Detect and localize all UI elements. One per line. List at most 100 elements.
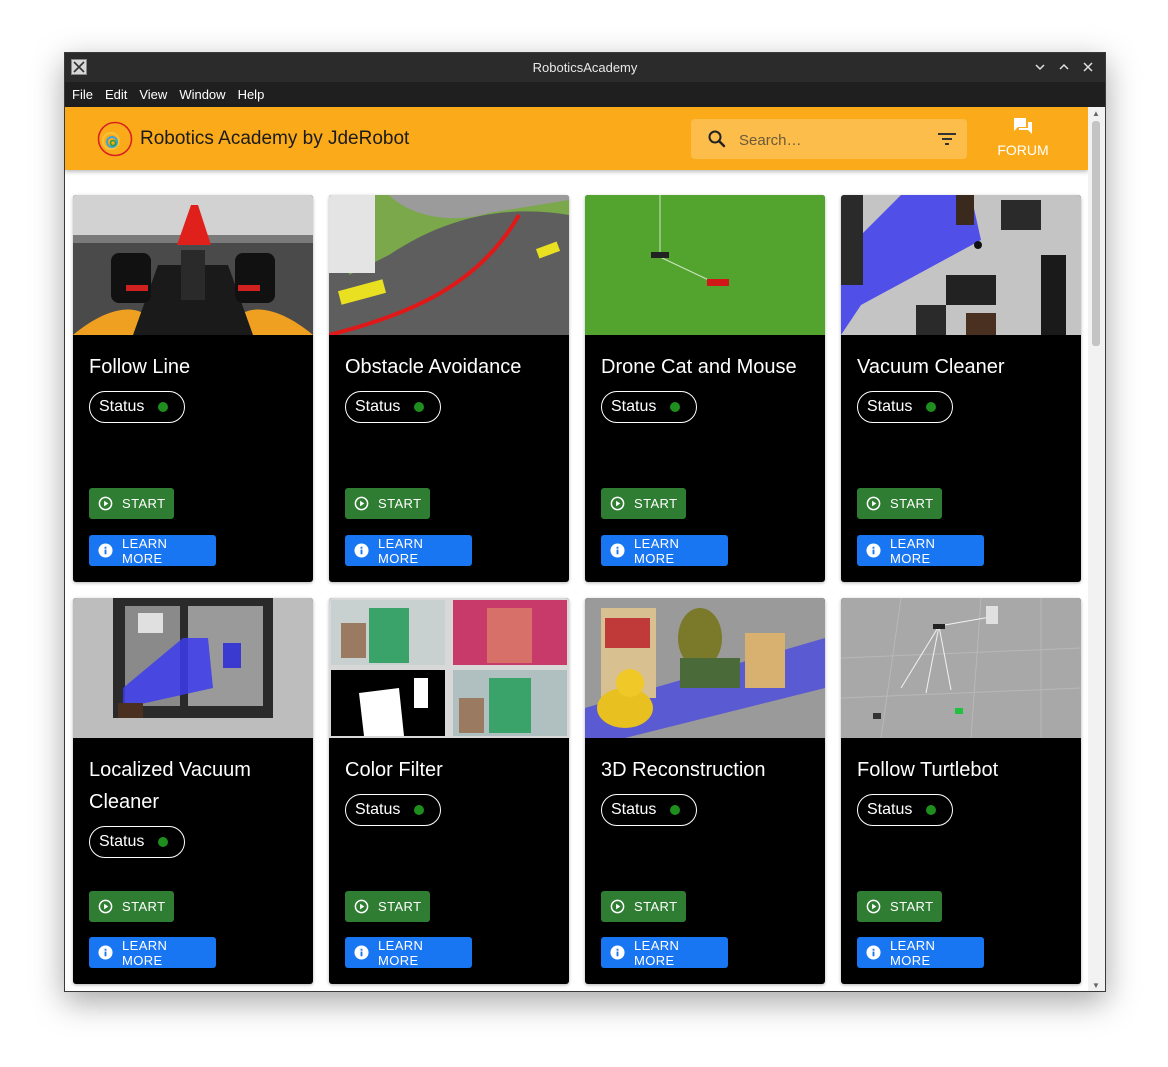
filter-icon[interactable] (937, 131, 957, 147)
status-dot (926, 805, 936, 815)
status-chip: Status (345, 391, 441, 423)
info-icon (610, 543, 625, 558)
maximize-button[interactable] (1055, 58, 1073, 76)
status-dot (414, 805, 424, 815)
exercise-thumbnail[interactable] (73, 598, 313, 738)
learn-more-button[interactable]: LEARN MORE (89, 535, 216, 566)
chevron-down-icon (1035, 64, 1045, 71)
learn-more-button[interactable]: LEARN MORE (345, 535, 472, 566)
play-circle-icon (354, 496, 369, 511)
status-label: Status (611, 801, 657, 818)
start-label: START (122, 899, 166, 914)
start-label: START (634, 496, 678, 511)
exercise-card-drone-cat-and-mouse: Drone Cat and Mouse Status START LEARN M… (585, 195, 825, 582)
exercise-card-vacuum-cleaner: Vacuum Cleaner Status START LEARN MORE (841, 195, 1081, 582)
learn-more-label: LEARN MORE (634, 535, 680, 566)
scroll-up-arrow[interactable]: ▲ (1092, 109, 1100, 118)
jderobot-logo[interactable] (97, 121, 133, 157)
start-button[interactable]: START (345, 488, 430, 519)
exercise-thumbnail[interactable] (585, 195, 825, 335)
menu-view[interactable]: View (139, 87, 167, 102)
info-icon (610, 945, 625, 960)
search-icon (708, 130, 726, 148)
info-icon (354, 945, 369, 960)
learn-more-label: LEARN MORE (890, 535, 936, 566)
close-button[interactable] (1079, 58, 1097, 76)
status-chip: Status (601, 794, 697, 826)
status-chip: Status (601, 391, 697, 423)
scroll-down-arrow[interactable]: ▼ (1092, 981, 1100, 990)
start-button[interactable]: START (89, 488, 174, 519)
status-label: Status (355, 398, 401, 415)
forum-icon (1014, 118, 1032, 134)
exercise-title: Follow Turtlebot (857, 759, 999, 781)
search-input[interactable] (737, 127, 921, 153)
exercise-card-3d-reconstruction: 3D Reconstruction Status START LEARN MOR… (585, 598, 825, 984)
play-circle-icon (98, 899, 113, 914)
exercise-card-localized-vacuum-cleaner: Localized Vacuum Cleaner Status START LE… (73, 598, 313, 984)
start-button[interactable]: START (345, 891, 430, 922)
status-chip: Status (345, 794, 441, 826)
start-button[interactable]: START (601, 488, 686, 519)
learn-more-label: LEARN MORE (378, 535, 424, 566)
exercise-thumbnail[interactable] (841, 598, 1081, 738)
exercise-thumbnail[interactable] (585, 598, 825, 738)
window-title: RoboticsAcademy (532, 60, 638, 75)
status-dot (414, 402, 424, 412)
start-label: START (378, 899, 422, 914)
menu-edit[interactable]: Edit (105, 87, 127, 102)
learn-more-button[interactable]: LEARN MORE (601, 937, 728, 968)
learn-more-label: LEARN MORE (122, 535, 168, 566)
learn-more-button[interactable]: LEARN MORE (89, 937, 216, 968)
start-button[interactable]: START (601, 891, 686, 922)
learn-more-button[interactable]: LEARN MORE (857, 937, 984, 968)
start-label: START (634, 899, 678, 914)
start-label: START (378, 496, 422, 511)
status-chip: Status (89, 391, 185, 423)
learn-more-button[interactable]: LEARN MORE (345, 937, 472, 968)
status-label: Status (867, 801, 913, 818)
exercise-thumbnail[interactable] (329, 598, 569, 738)
status-label: Status (99, 833, 145, 850)
learn-more-label: LEARN MORE (122, 937, 168, 968)
title-bar: RoboticsAcademy (65, 53, 1105, 82)
exercise-thumbnail[interactable] (329, 195, 569, 335)
start-label: START (890, 899, 934, 914)
menu-file[interactable]: File (72, 87, 93, 102)
exercise-title: Color Filter (345, 759, 443, 781)
exercise-title: Vacuum Cleaner (857, 356, 1005, 378)
start-button[interactable]: START (857, 891, 942, 922)
brand-title[interactable]: Robotics Academy by JdeRobot (140, 128, 409, 150)
info-icon (866, 945, 881, 960)
play-circle-icon (866, 496, 881, 511)
menu-bar: File Edit View Window Help (65, 82, 1105, 107)
info-icon (98, 945, 113, 960)
learn-more-label: LEARN MORE (634, 937, 680, 968)
app-header: Robotics Academy by JdeRobot FORUM (65, 107, 1088, 170)
scrollbar-thumb[interactable] (1092, 121, 1100, 346)
close-icon (1083, 62, 1093, 72)
play-circle-icon (354, 899, 369, 914)
info-icon (866, 543, 881, 558)
start-button[interactable]: START (89, 891, 174, 922)
exercise-thumbnail[interactable] (841, 195, 1081, 335)
status-label: Status (99, 398, 145, 415)
play-circle-icon (98, 496, 113, 511)
start-label: START (890, 496, 934, 511)
menu-window[interactable]: Window (179, 87, 225, 102)
learn-more-button[interactable]: LEARN MORE (601, 535, 728, 566)
vertical-scrollbar[interactable]: ▲ ▼ (1088, 107, 1105, 991)
status-label: Status (355, 801, 401, 818)
status-label: Status (611, 398, 657, 415)
learn-more-button[interactable]: LEARN MORE (857, 535, 984, 566)
learn-more-label: LEARN MORE (890, 937, 936, 968)
play-circle-icon (866, 899, 881, 914)
exercise-title: Follow Line (89, 356, 191, 378)
menu-help[interactable]: Help (238, 87, 265, 102)
minimize-button[interactable] (1031, 58, 1049, 76)
start-button[interactable]: START (857, 488, 942, 519)
status-dot (670, 805, 680, 815)
forum-button[interactable]: FORUM (985, 117, 1061, 163)
exercise-card-color-filter: Color Filter Status START LEARN MORE (329, 598, 569, 984)
exercise-thumbnail[interactable] (73, 195, 313, 335)
